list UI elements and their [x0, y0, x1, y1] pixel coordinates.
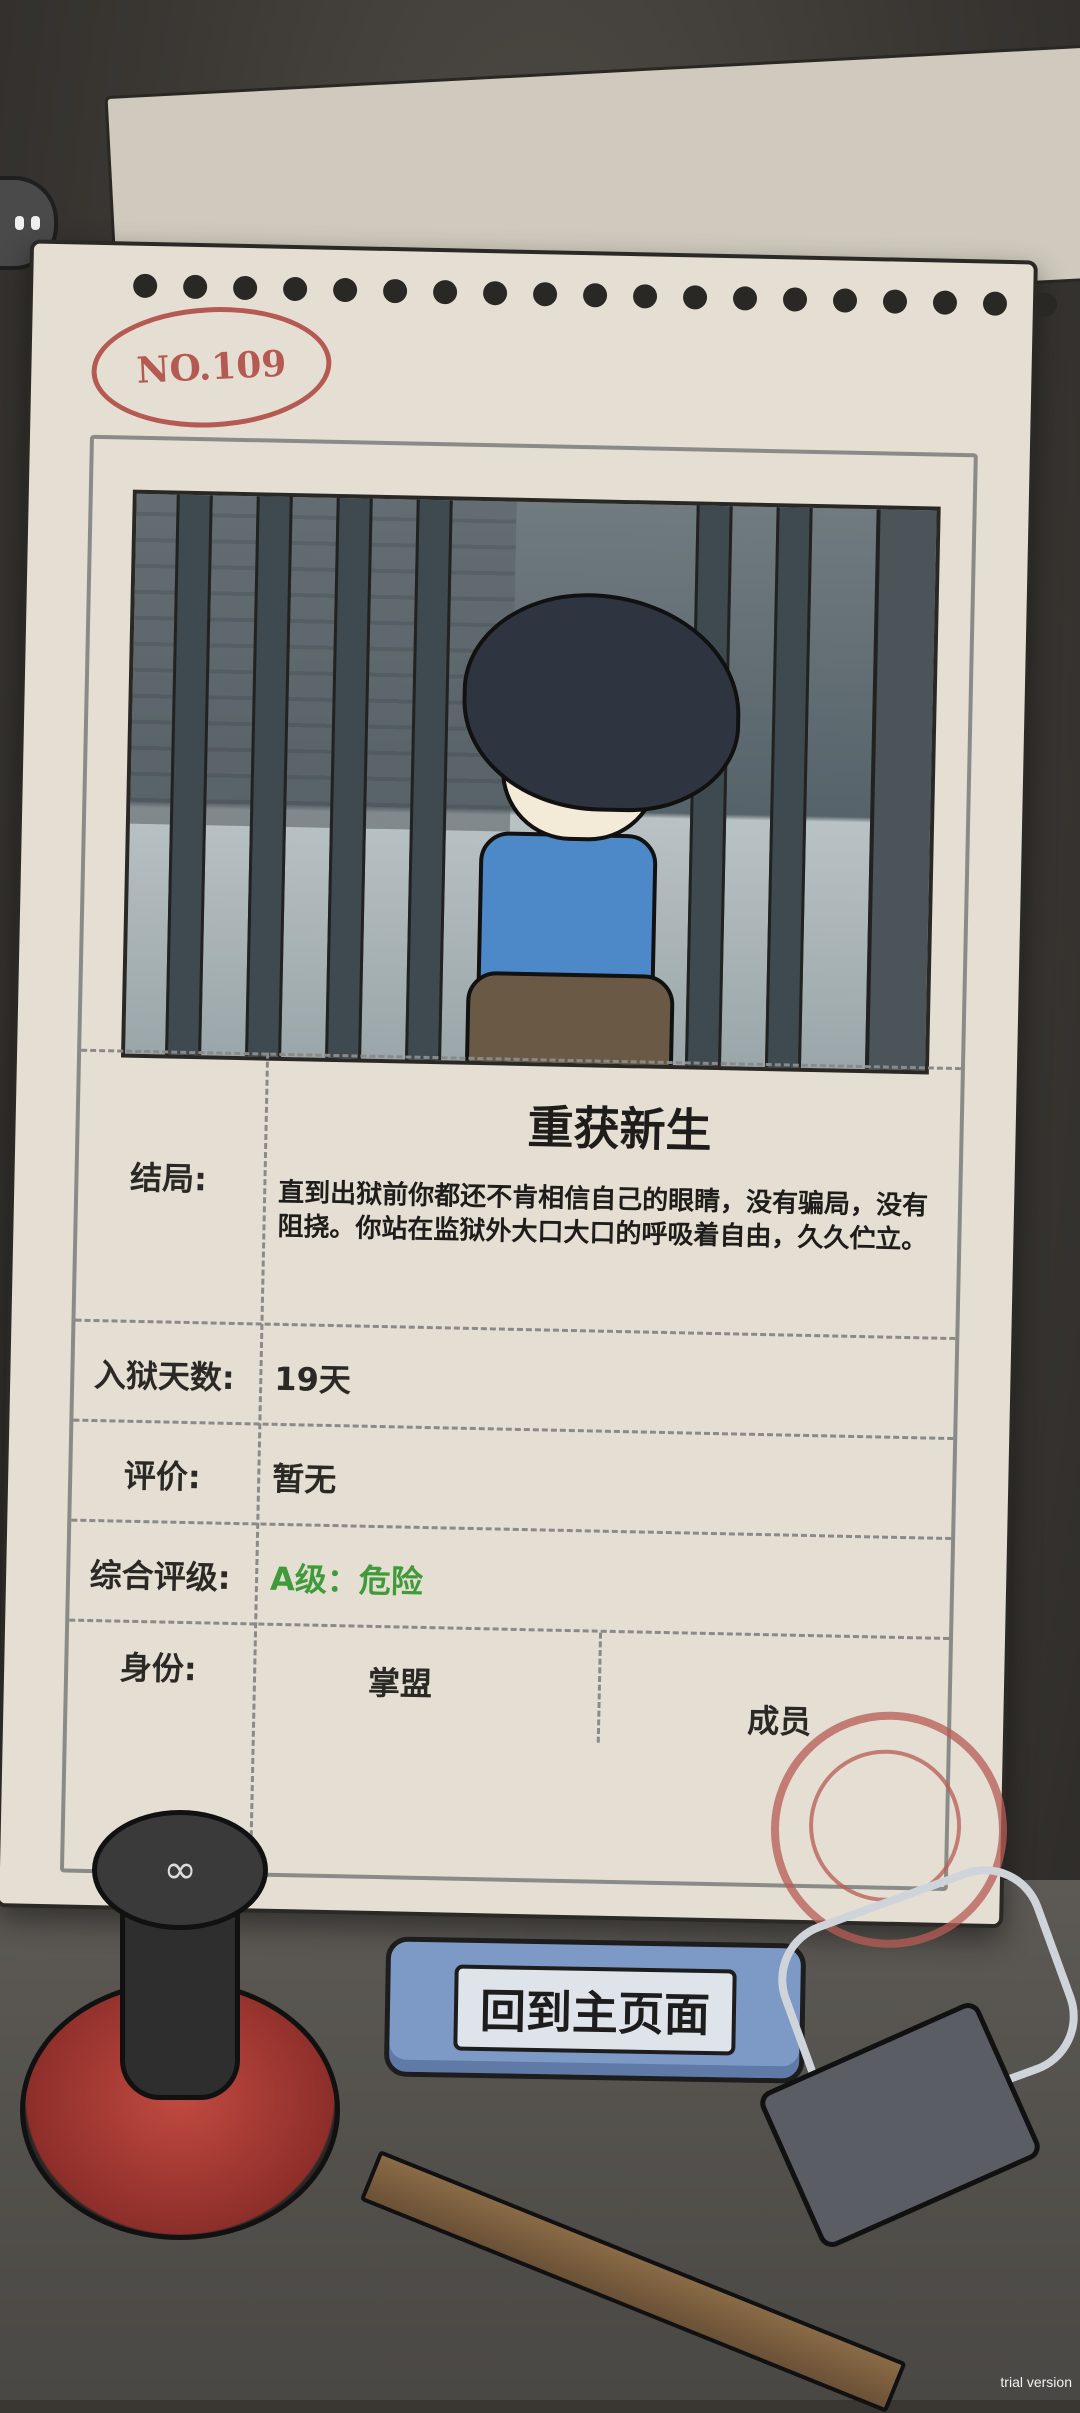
- ending-row: 结局: 重获新生 直到出狱前你都还不肯相信自己的眼睛，没有骗局，没有阻挠。你站在…: [75, 1048, 961, 1341]
- trial-watermark: trial version: [1000, 2374, 1072, 2390]
- pause-icon: [1, 216, 40, 230]
- return-home-button[interactable]: 回到主页面: [383, 1936, 807, 2084]
- notebook-holes: [132, 273, 1058, 317]
- identity-organization: 掌盟: [367, 1663, 433, 1704]
- days-label: 入狱天数:: [93, 1356, 236, 1397]
- identity-row: 身份: 掌盟 成员: [66, 1618, 950, 1750]
- ending-title: 重获新生: [527, 1100, 713, 1158]
- ending-label: 结局:: [129, 1158, 208, 1199]
- ending-description: 直到出狱前你都还不肯相信自己的眼睛，没有骗局，没有阻挠。你站在监狱外大口大口的呼…: [277, 1177, 929, 1256]
- ending-illustration: [120, 489, 941, 1075]
- identity-label: 身份:: [119, 1648, 198, 1689]
- days-value: 19天: [273, 1359, 352, 1400]
- review-label: 评价:: [123, 1456, 202, 1497]
- infinity-icon: ∞: [92, 1810, 268, 1930]
- identity-role: 成员: [746, 1701, 812, 1742]
- prisoner-record-card: NO.109 结局: 重获新生 直到出狱前你都还不肯相信自己的眼睛，没有骗局，没…: [0, 239, 1058, 1951]
- grade-value: A级：危险: [269, 1559, 424, 1601]
- return-home-label: 回到主页面: [453, 1964, 737, 2056]
- record-number-stamp: NO.109: [88, 301, 335, 434]
- review-value: 暂无: [271, 1459, 337, 1500]
- grade-label: 综合评级:: [89, 1555, 231, 1597]
- record-frame: 结局: 重获新生 直到出狱前你都还不肯相信自己的眼睛，没有骗局，没有阻挠。你站在…: [59, 434, 978, 1892]
